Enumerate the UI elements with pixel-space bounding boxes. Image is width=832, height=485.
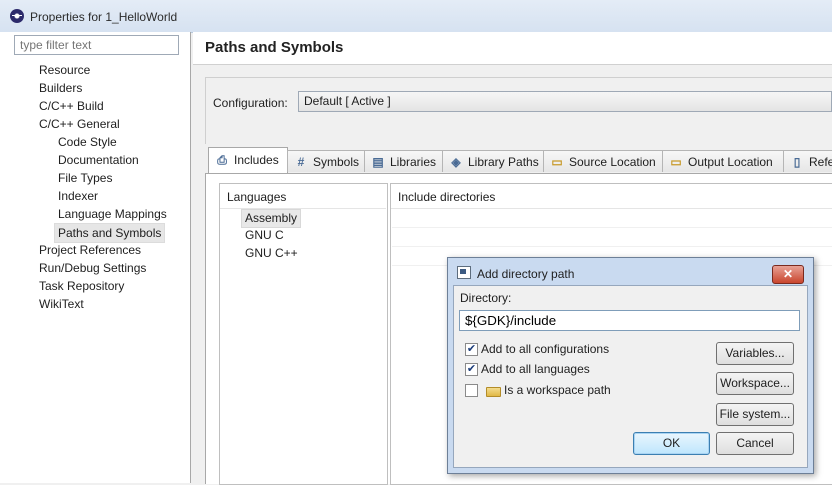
tab-library-paths[interactable]: ◈ Library Paths xyxy=(442,150,544,172)
tab-includes[interactable]: ⎙ Includes xyxy=(208,147,288,173)
workspace-path-checkbox[interactable] xyxy=(465,384,478,397)
tree-item-indexer[interactable]: Indexer xyxy=(58,187,98,205)
configuration-select[interactable]: Default [ Active ] xyxy=(298,91,832,112)
directory-label: Directory: xyxy=(460,291,512,305)
library-icon: ▤ xyxy=(372,155,384,169)
tree-item-code-style[interactable]: Code Style xyxy=(58,133,117,151)
tree-item-task-repository[interactable]: Task Repository xyxy=(39,277,124,295)
dialog-title: Add directory path xyxy=(477,267,575,281)
folder-icon xyxy=(486,387,501,397)
cancel-button[interactable]: Cancel xyxy=(716,432,794,455)
variables-button[interactable]: Variables... xyxy=(716,342,794,365)
tab-symbols[interactable]: # Symbols xyxy=(287,150,365,172)
hash-icon: # xyxy=(297,155,305,169)
output-folder-icon: ▭ xyxy=(670,155,682,169)
tab-source-location[interactable]: ▭ Source Location xyxy=(543,150,663,172)
directory-input[interactable] xyxy=(459,310,800,331)
languages-header: Languages xyxy=(220,184,386,209)
workspace-button[interactable]: Workspace... xyxy=(716,372,794,395)
language-item-assembly[interactable]: Assembly xyxy=(241,209,302,228)
configuration-label: Configuration: xyxy=(213,96,288,110)
row-divider xyxy=(392,227,832,228)
includes-icon: ⎙ xyxy=(217,153,227,167)
library-paths-icon: ◈ xyxy=(451,155,461,169)
tree-item-file-types[interactable]: File Types xyxy=(58,169,112,187)
tree-item-documentation[interactable]: Documentation xyxy=(58,151,139,169)
include-directories-header: Include directories xyxy=(391,184,832,209)
page-title: Paths and Symbols xyxy=(205,39,344,56)
file-system-button[interactable]: File system... xyxy=(716,403,794,426)
add-all-languages-label: Add to all languages xyxy=(481,362,590,376)
tree-item-wikitext[interactable]: WikiText xyxy=(39,295,84,313)
window-title: Properties for 1_HelloWorld xyxy=(30,10,178,24)
tab-output-location[interactable]: ▭ Output Location xyxy=(662,150,784,172)
tab-references[interactable]: ▯ Refe xyxy=(783,150,832,172)
tree-item-project-references[interactable]: Project References xyxy=(39,241,141,259)
tree-item-cpp-build[interactable]: C/C++ Build xyxy=(39,97,104,115)
language-item-gnu-c[interactable]: GNU C xyxy=(245,227,284,244)
language-item-gnu-cpp[interactable]: GNU C++ xyxy=(245,245,298,262)
ok-button[interactable]: OK xyxy=(633,432,710,455)
add-all-configurations-label: Add to all configurations xyxy=(481,342,610,356)
references-icon: ▯ xyxy=(793,155,801,169)
filter-input[interactable] xyxy=(14,35,179,55)
tab-libraries[interactable]: ▤ Libraries xyxy=(364,150,443,172)
tree-item-builders[interactable]: Builders xyxy=(39,79,82,97)
tree-item-run-debug-settings[interactable]: Run/Debug Settings xyxy=(39,259,146,277)
folder-icon: ▭ xyxy=(551,155,563,169)
tree-item-paths-and-symbols[interactable]: Paths and Symbols xyxy=(54,223,166,243)
dialog-window-icon xyxy=(457,266,471,279)
add-all-configurations-checkbox[interactable]: ✔ xyxy=(465,343,478,356)
row-divider xyxy=(392,246,832,247)
eclipse-icon xyxy=(10,9,24,23)
workspace-path-label: Is a workspace path xyxy=(504,383,611,397)
configuration-value: Default [ Active ] xyxy=(304,94,391,108)
dialog-close-button[interactable]: ✕ xyxy=(772,265,804,284)
tree-item-language-mappings[interactable]: Language Mappings xyxy=(58,205,167,223)
tree-item-resource[interactable]: Resource xyxy=(39,61,90,79)
add-all-languages-checkbox[interactable]: ✔ xyxy=(465,363,478,376)
tree-item-cpp-general[interactable]: C/C++ General xyxy=(39,115,120,133)
